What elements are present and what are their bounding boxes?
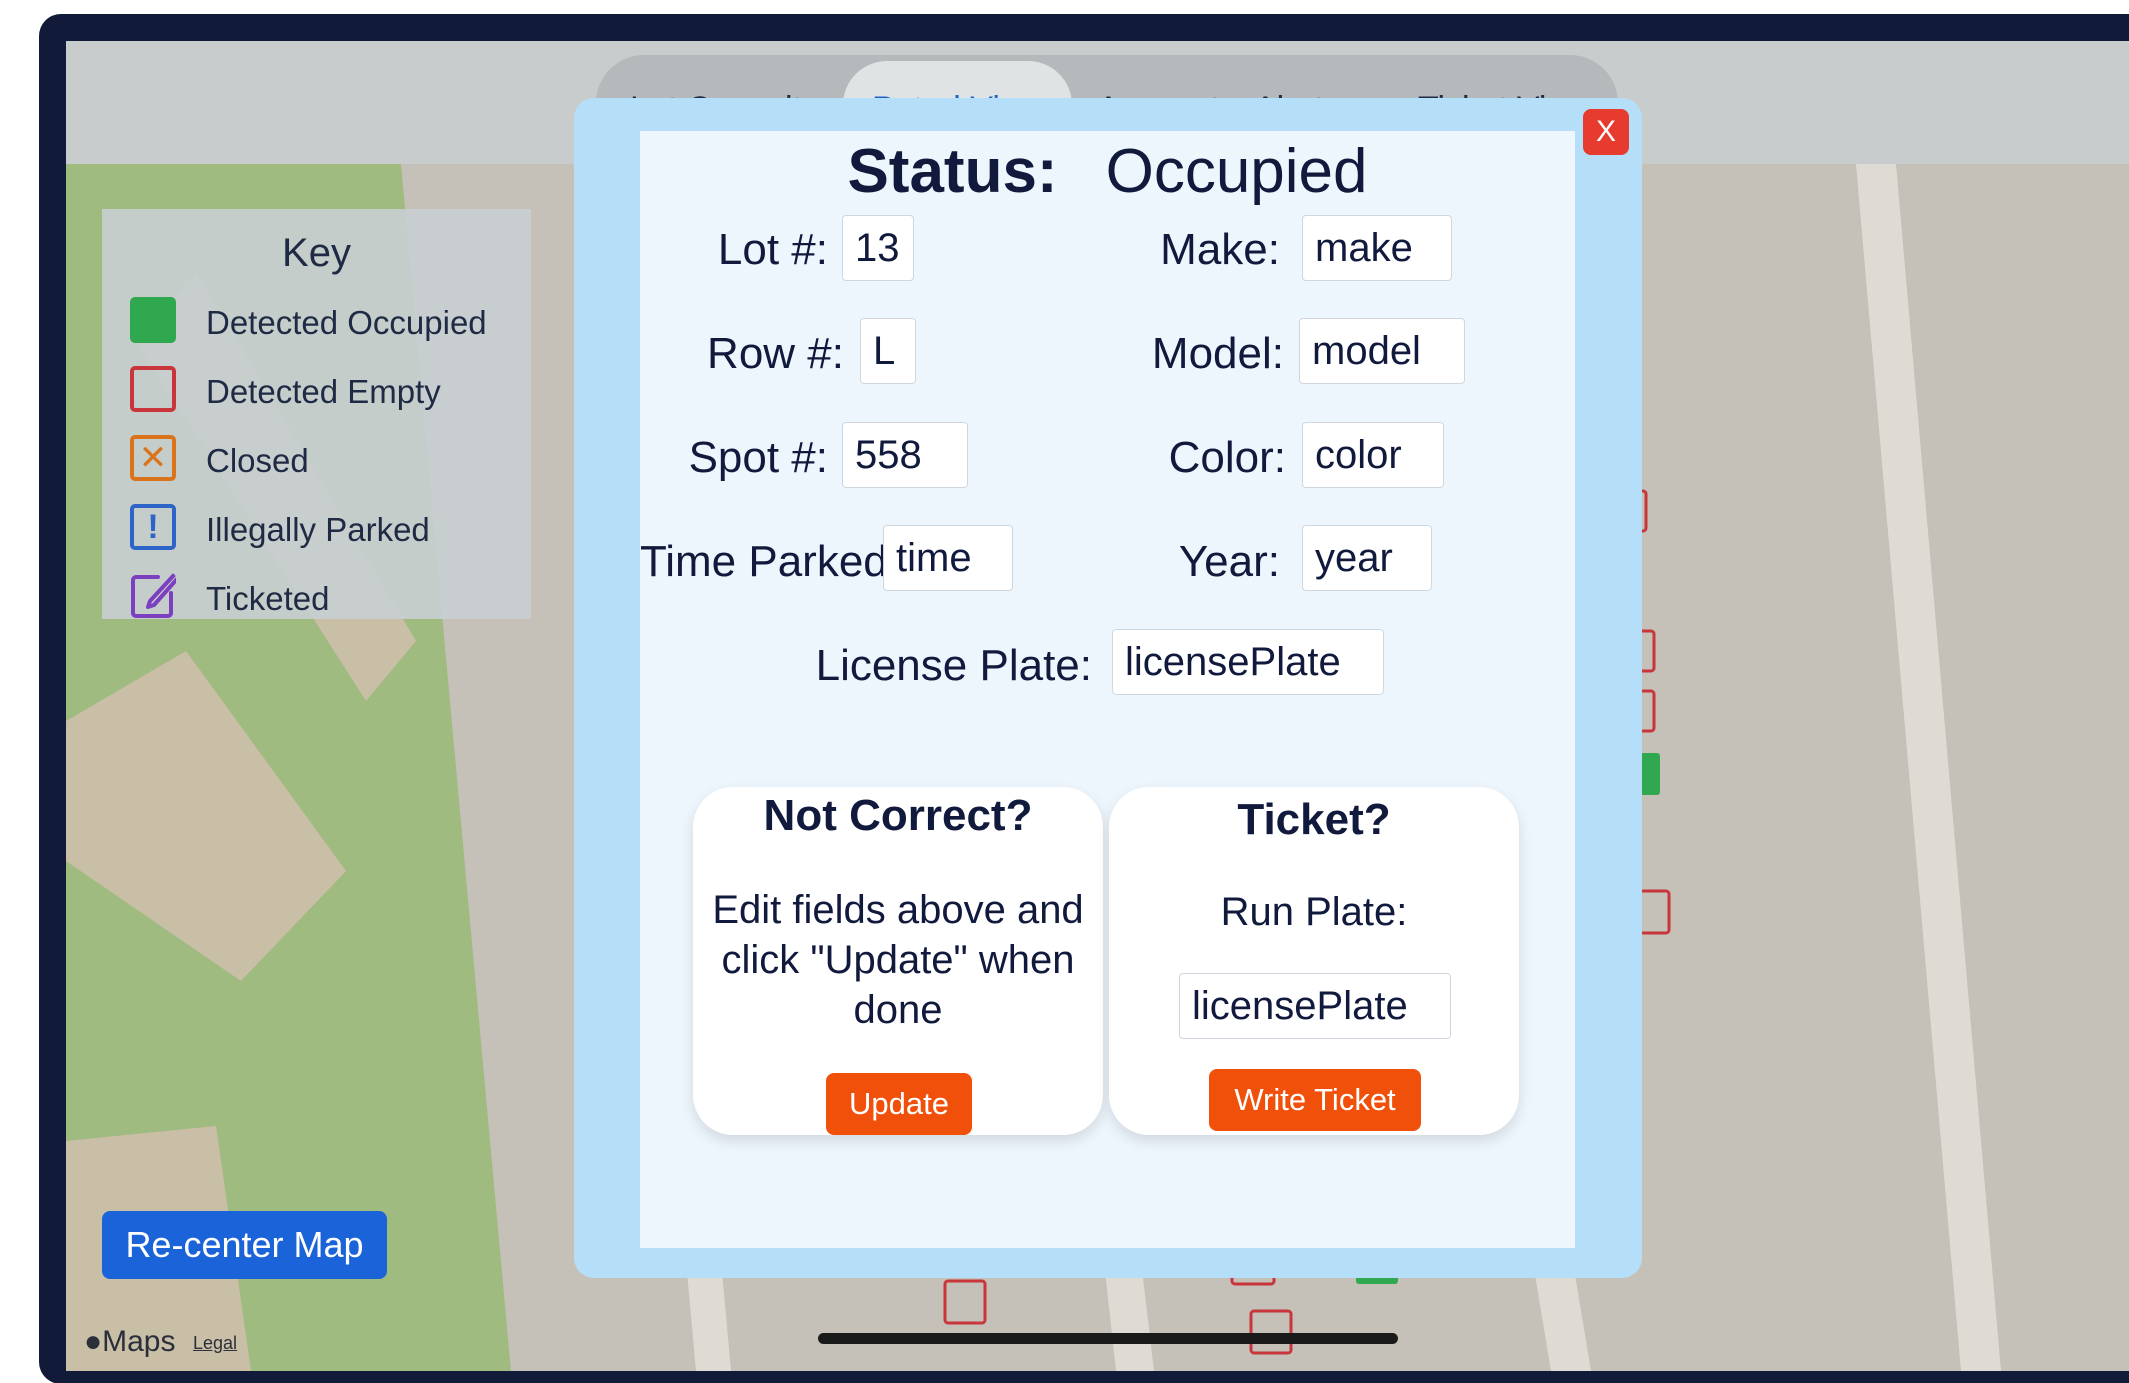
model-label: Model: bbox=[1151, 329, 1284, 378]
spot-label: Spot #: bbox=[688, 433, 828, 482]
not-correct-text-line3: done bbox=[853, 988, 943, 1032]
color-label: Color: bbox=[1168, 433, 1286, 482]
not-correct-text-line1: Edit fields above and bbox=[712, 888, 1084, 932]
key-item-label: Illegally Parked bbox=[206, 511, 430, 548]
spot-input[interactable]: 558 bbox=[842, 422, 968, 488]
key-item-label: Ticketed bbox=[206, 580, 330, 617]
key-item-illegally-parked: ! Illegally Parked bbox=[130, 504, 520, 550]
recenter-map-button[interactable]: Re-center Map bbox=[102, 1211, 387, 1279]
x-box-icon: ✕ bbox=[130, 435, 176, 481]
model-input[interactable]: model bbox=[1299, 318, 1465, 384]
write-ticket-button[interactable]: Write Ticket bbox=[1209, 1069, 1421, 1131]
ticket-title: Ticket? bbox=[1237, 795, 1391, 844]
license-plate-input[interactable]: licensePlate bbox=[1112, 629, 1384, 695]
key-item-detected-empty: Detected Empty bbox=[130, 366, 520, 412]
legal-link[interactable]: Legal bbox=[193, 1333, 237, 1354]
license-plate-label: License Plate: bbox=[815, 641, 1092, 690]
not-correct-text-line2: click "Update" when bbox=[721, 938, 1075, 982]
make-label: Make: bbox=[1160, 225, 1280, 274]
app-screen: Lot Capacity Patrol View Account Alerts … bbox=[66, 41, 2129, 1371]
color-input[interactable]: color bbox=[1302, 422, 1444, 488]
not-correct-card: Not Correct? Edit fields above and click… bbox=[693, 787, 1103, 1135]
key-item-detected-occupied: Detected Occupied bbox=[130, 297, 520, 343]
filled-green-square-icon bbox=[130, 297, 176, 343]
key-item-label: Closed bbox=[206, 442, 309, 479]
maps-attribution: ●Maps bbox=[84, 1325, 175, 1359]
lot-input[interactable]: 13 bbox=[842, 215, 914, 281]
exclamation-box-icon: ! bbox=[130, 504, 176, 550]
make-input[interactable]: make bbox=[1302, 215, 1452, 281]
map-key: Key Detected Occupied Detected Empty ✕ C… bbox=[102, 209, 531, 619]
row-label: Row #: bbox=[707, 329, 844, 378]
row-input[interactable]: L bbox=[860, 318, 916, 384]
key-item-label: Detected Occupied bbox=[206, 304, 487, 341]
run-plate-label: Run Plate: bbox=[1220, 890, 1408, 934]
status-value: Occupied bbox=[1105, 137, 1368, 206]
time-parked-label: Time Parked: bbox=[640, 537, 901, 586]
year-label: Year: bbox=[1178, 537, 1280, 586]
not-correct-title: Not Correct? bbox=[763, 791, 1033, 840]
spot-detail-modal: Status: Occupied Lot #: 13 Row #: L Spot … bbox=[574, 98, 1642, 1278]
empty-red-square-icon bbox=[130, 366, 176, 412]
run-plate-input[interactable]: licensePlate bbox=[1179, 973, 1451, 1039]
time-parked-input[interactable]: time bbox=[883, 525, 1013, 591]
status-label: Status: bbox=[847, 137, 1058, 206]
status-heading: Status: Occupied bbox=[640, 136, 1575, 207]
ticket-card: Ticket? Run Plate: licensePlate Write Ti… bbox=[1109, 787, 1519, 1135]
maps-attribution-label: Maps bbox=[102, 1325, 176, 1358]
home-indicator[interactable] bbox=[818, 1333, 1398, 1344]
key-item-closed: ✕ Closed bbox=[130, 435, 520, 481]
lot-label: Lot #: bbox=[717, 225, 828, 274]
apple-logo-icon: ● bbox=[84, 1325, 103, 1358]
key-title: Key bbox=[282, 231, 351, 275]
spot-detail-panel: Status: Occupied Lot #: 13 Row #: L Spot … bbox=[640, 131, 1575, 1248]
close-button[interactable]: X bbox=[1583, 109, 1629, 155]
year-input[interactable]: year bbox=[1302, 525, 1432, 591]
key-item-ticketed: Ticketed bbox=[130, 573, 520, 619]
update-button[interactable]: Update bbox=[826, 1073, 972, 1135]
key-item-label: Detected Empty bbox=[206, 373, 441, 410]
edit-square-icon bbox=[131, 573, 176, 618]
